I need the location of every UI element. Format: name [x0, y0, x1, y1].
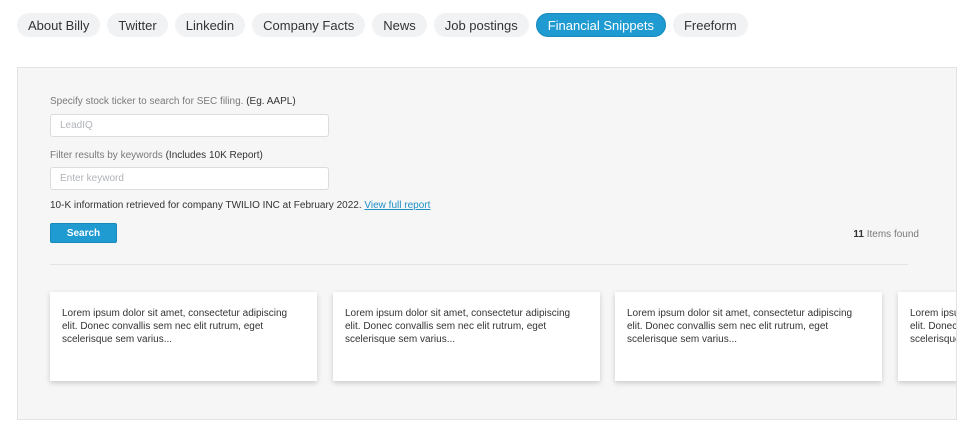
- snippet-card-text: Lorem ipsum dolor sit amet, consectetur …: [62, 308, 288, 345]
- view-full-report-link[interactable]: View full report: [364, 200, 430, 211]
- items-found-count: 11 Items found: [853, 229, 919, 240]
- ticker-label-example: (Eg. AAPL): [246, 96, 296, 107]
- tab-twitter[interactable]: Twitter: [107, 13, 168, 37]
- financial-snippets-panel: Specify stock ticker to search for SEC f…: [17, 67, 957, 420]
- keyword-label: Filter results by keywords (Includes 10K…: [50, 150, 263, 161]
- tab-company-facts[interactable]: Company Facts: [252, 13, 366, 37]
- items-found-number: 11: [853, 229, 864, 240]
- tab-about-billy[interactable]: About Billy: [17, 13, 101, 37]
- search-button[interactable]: Search: [50, 223, 117, 243]
- tab-bar: About Billy Twitter Linkedin Company Fac…: [17, 13, 748, 37]
- divider: [50, 264, 908, 265]
- snippet-card-text: Lorem ipsum dolor sit amet, consectetur …: [345, 308, 571, 345]
- items-found-label: Items found: [866, 229, 919, 240]
- tab-news[interactable]: News: [372, 13, 427, 37]
- ticker-input[interactable]: [50, 114, 329, 137]
- ticker-label-text: Specify stock ticker to search for SEC f…: [50, 96, 244, 107]
- ticker-label: Specify stock ticker to search for SEC f…: [50, 96, 296, 107]
- filing-info-text: 10-K information retrieved for company T…: [50, 200, 362, 211]
- keyword-label-text: Filter results by keywords: [50, 150, 163, 161]
- snippet-card-text: Lorem ipsum dolor sit amet, consectetur …: [910, 308, 957, 345]
- snippet-card[interactable]: Lorem ipsum dolor sit amet, consectetur …: [333, 292, 600, 381]
- filing-info: 10-K information retrieved for company T…: [50, 200, 430, 211]
- tab-job-postings[interactable]: Job postings: [433, 13, 529, 37]
- snippet-card-text: Lorem ipsum dolor sit amet, consectetur …: [627, 308, 853, 345]
- keyword-input[interactable]: [50, 167, 329, 190]
- keyword-label-note: (Includes 10K Report): [165, 150, 263, 161]
- tab-financial-snippets[interactable]: Financial Snippets: [535, 13, 666, 37]
- snippet-card[interactable]: Lorem ipsum dolor sit amet, consectetur …: [898, 292, 957, 381]
- tab-freeform[interactable]: Freeform: [672, 13, 748, 37]
- tab-linkedin[interactable]: Linkedin: [174, 13, 246, 37]
- snippet-card[interactable]: Lorem ipsum dolor sit amet, consectetur …: [50, 292, 317, 381]
- snippet-card[interactable]: Lorem ipsum dolor sit amet, consectetur …: [615, 292, 882, 381]
